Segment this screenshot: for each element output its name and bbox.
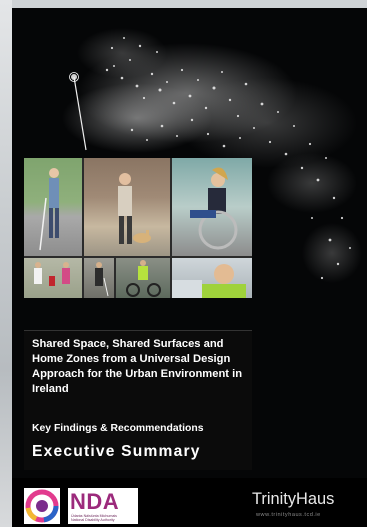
photo-man-with-cane <box>84 258 114 298</box>
trinityhaus-logo: TrinityHaus <box>252 490 335 508</box>
report-subtitle: Key Findings & Recommendations <box>32 423 204 434</box>
photo-cyclist <box>116 258 170 298</box>
circular-colour-logo-icon <box>24 488 60 524</box>
logo-footer: NDA Údarás Náisiúnta Míchumais National … <box>12 478 367 527</box>
photo-collage <box>24 158 252 298</box>
photo-family-walking <box>24 258 82 298</box>
book-display-frame: Shared Space, Shared Surfaces and Home Z… <box>0 0 367 527</box>
page-edge-strip <box>0 0 12 527</box>
report-cover: Shared Space, Shared Surfaces and Home Z… <box>12 8 367 527</box>
report-title: Shared Space, Shared Surfaces and Home Z… <box>32 338 243 395</box>
nda-logo-letters: NDA <box>70 489 120 514</box>
nda-english-name: National Disability Authority <box>71 518 115 522</box>
photo-woman-with-cane <box>24 158 82 256</box>
photo-man-with-guide-dog <box>84 158 170 256</box>
nda-logo-subtitle: Údarás Náisiúnta Míchumais National Disa… <box>71 514 117 522</box>
title-panel: Shared Space, Shared Surfaces and Home Z… <box>24 330 252 470</box>
trinityhaus-url: www.trinityhaus.tcd.ie <box>256 512 321 518</box>
nda-logo: NDA Údarás Náisiúnta Míchumais National … <box>68 488 138 524</box>
photo-smiling-driver <box>172 258 252 298</box>
report-heading: Executive Summary <box>32 443 201 460</box>
photo-wheelchair-user <box>172 158 252 256</box>
